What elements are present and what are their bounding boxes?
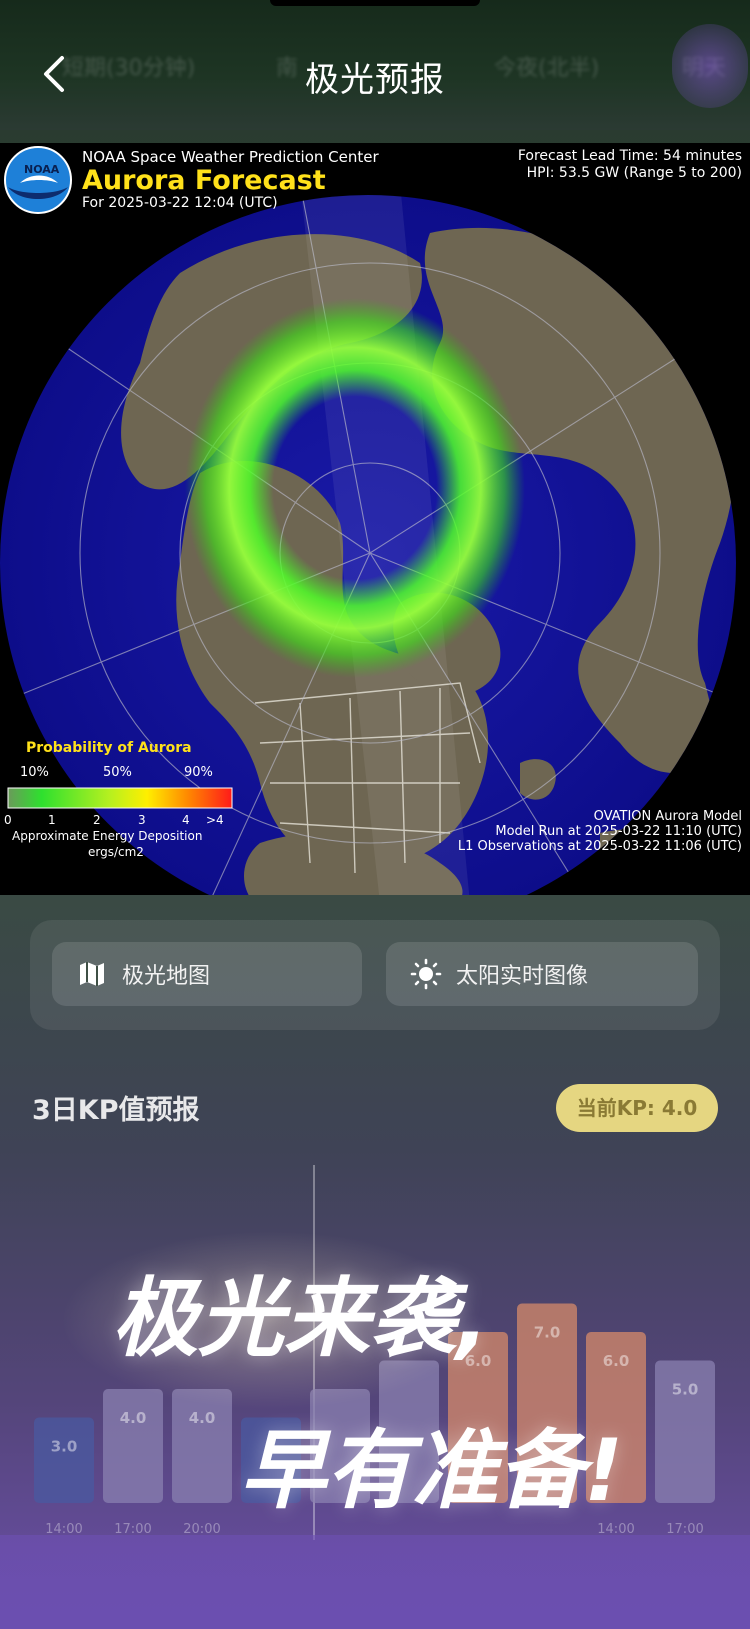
aurora-map-label: 极光地图 [122,964,211,989]
kp-bar-label: 6.0 [603,1352,630,1370]
legend-tick: 4 [182,813,190,827]
kp-bar-label: 7.0 [534,1324,561,1342]
status-notch [270,0,480,6]
legend-caption: Approximate Energy Deposition [12,829,203,843]
kp-forecast-title: 3日KP值预报 [32,1095,200,1126]
bottom-gradient [0,1535,750,1629]
legend-tick: 0 [4,813,12,827]
aurora-map-button[interactable]: 极光地图 [52,942,362,1006]
kp-bar-label: 4.0 [189,1409,216,1427]
model-run: Model Run at 2025-03-22 11:10 (UTC) [495,824,742,839]
kp-bar[interactable] [103,1389,163,1503]
legend-pct-50: 50% [103,765,132,780]
kp-bar-label: 5.0 [672,1381,699,1399]
slogan-line-2: 早有准备! [240,1421,624,1521]
sun-images-label: 太阳实时图像 [456,964,589,989]
map-date: For 2025-03-22 12:04 (UTC) [82,195,278,211]
agency-name: NOAA Space Weather Prediction Center [82,148,379,166]
map-icon [80,962,104,986]
legend-tick: 3 [138,813,146,827]
legend-pct-90: 90% [184,765,213,780]
lead-time: Forecast Lead Time: 54 minutes [517,148,742,164]
kp-bar[interactable] [34,1417,94,1504]
globe-graphic [0,146,736,895]
top-bar: 短期(30分钟) 南 今夜(北半) 明天 极光预报 [0,0,750,130]
sun-icon [410,958,442,990]
kp-bar-label: 4.0 [120,1409,147,1427]
kp-bar-label: 3.0 [51,1438,78,1456]
l1-observations: L1 Observations at 2025-03-22 11:06 (UTC… [457,839,742,854]
hpi-value: HPI: 53.5 GW (Range 5 to 200) [526,165,742,181]
page-title: 极光预报 [305,60,445,100]
aurora-forecast-map[interactable]: NOAA NOAA Space Weather Prediction Cente… [0,143,750,895]
slogan-line-1: 极光来袭, [112,1269,489,1369]
legend-tick: 2 [93,813,101,827]
noaa-logo-text: NOAA [24,163,60,176]
map-headline: Aurora Forecast [82,165,326,196]
current-kp-badge: 当前KP: 4.0 [556,1084,718,1132]
legend-title: Probability of Aurora [26,740,192,756]
noaa-logo [4,146,72,214]
quick-links-card: 极光地图 太阳实时图像 [30,920,720,1030]
legend-pct-10: 10% [20,765,49,780]
legend-tick: 1 [48,813,56,827]
model-name: OVATION Aurora Model [593,809,742,824]
sun-images-button[interactable]: 太阳实时图像 [386,942,698,1006]
legend-tick: >4 [206,813,224,827]
legend-unit: ergs/cm2 [88,845,144,859]
